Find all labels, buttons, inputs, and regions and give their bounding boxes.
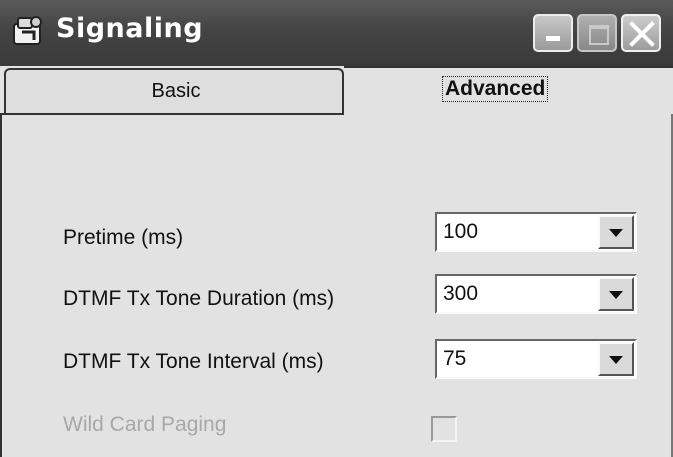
chevron-down-icon[interactable] [598, 215, 634, 249]
wild-card-paging-label: Wild Card Paging [63, 413, 227, 436]
tone-interval-value: 75 [443, 347, 467, 370]
window-title: Signaling [56, 13, 204, 44]
chevron-down-icon[interactable] [598, 342, 634, 376]
maximize-button[interactable] [577, 14, 617, 52]
tone-interval-select[interactable]: 75 [435, 339, 637, 379]
tone-duration-value: 300 [443, 282, 479, 305]
close-icon [629, 21, 655, 47]
tab-basic[interactable]: Basic [4, 68, 344, 114]
signaling-window: Signaling Basic Advanced Pretime (ms) 10… [0, 0, 673, 457]
tab-basic-label: Basic [151, 80, 201, 102]
tab-advanced-label: Advanced [442, 76, 549, 102]
close-button[interactable] [621, 14, 661, 52]
signaling-app-icon [13, 16, 42, 45]
title-bar[interactable]: Signaling [0, 0, 673, 66]
pretime-select[interactable]: 100 [435, 212, 637, 252]
tone-interval-label: DTMF Tx Tone Interval (ms) [63, 350, 324, 373]
tone-duration-label: DTMF Tx Tone Duration (ms) [63, 287, 335, 310]
pretime-label: Pretime (ms) [63, 226, 184, 249]
minimize-button[interactable] [533, 14, 573, 52]
chevron-down-icon[interactable] [598, 277, 634, 311]
wild-card-paging-checkbox[interactable] [431, 416, 457, 442]
tone-duration-select[interactable]: 300 [435, 274, 637, 314]
pretime-value: 100 [443, 220, 479, 243]
